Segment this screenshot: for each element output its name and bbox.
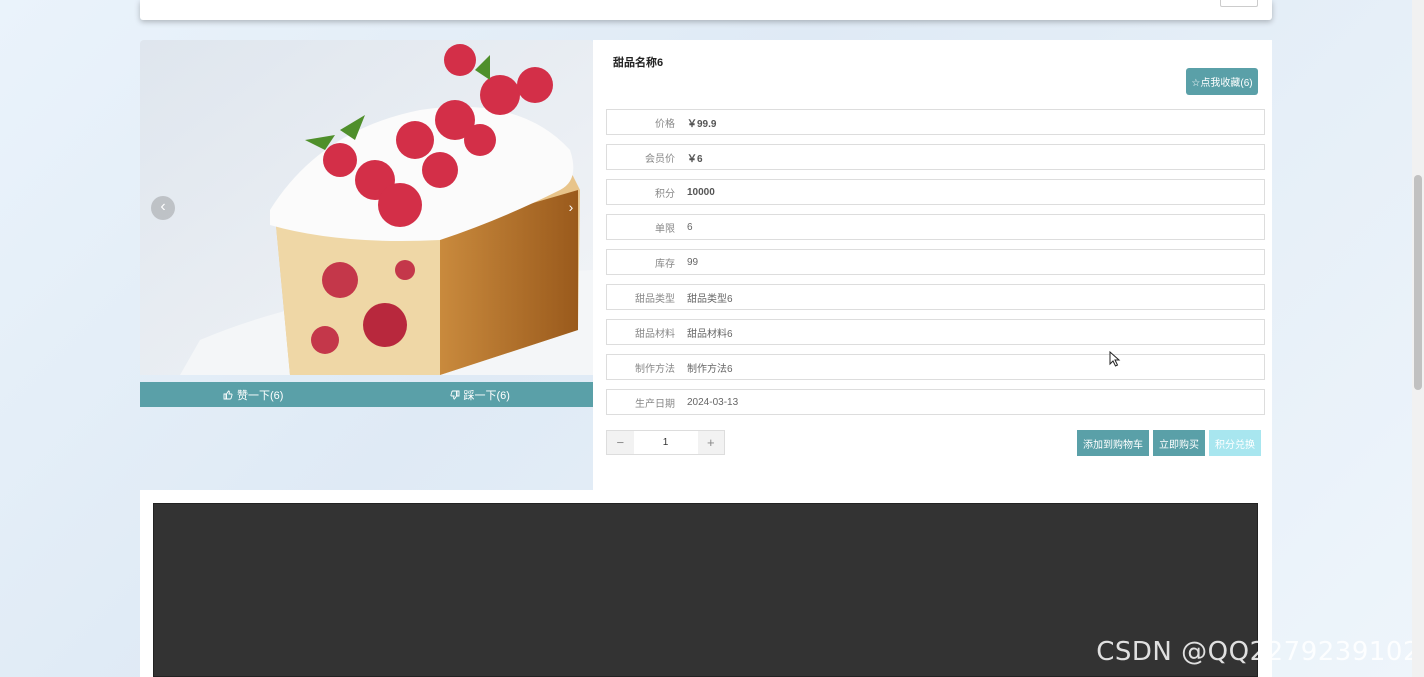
points-exchange-button[interactable]: 积分兑换 xyxy=(1209,430,1261,456)
product-image-carousel[interactable]: ‹ › xyxy=(140,40,593,375)
dislike-label: 踩一下(6) xyxy=(463,389,510,402)
carousel-prev-button[interactable]: ‹ xyxy=(151,196,175,220)
field-value: ￥99.9 xyxy=(687,118,717,130)
field-label: 甜品材料 xyxy=(635,328,675,340)
increase-button[interactable]: + xyxy=(697,431,724,454)
watermark: CSDN @QQ2279239102 xyxy=(1096,637,1420,667)
field-label: 生产日期 xyxy=(635,398,675,410)
field-row-material: 甜品材料 甜品材料6 xyxy=(606,319,1265,345)
vote-bar: 赞一下(6) 踩一下(6) xyxy=(140,382,593,407)
favorite-button[interactable]: ☆点我收藏(6) xyxy=(1186,68,1258,95)
chevron-left-icon: ‹ xyxy=(160,198,166,215)
field-label: 价格 xyxy=(655,118,675,130)
field-value: 6 xyxy=(687,221,693,233)
quantity-input[interactable] xyxy=(633,431,698,454)
field-row-stock: 库存 99 xyxy=(606,249,1265,275)
field-row-method: 制作方法 制作方法6 xyxy=(606,354,1265,380)
field-row-price: 价格 ￥99.9 xyxy=(606,109,1265,135)
video-player[interactable] xyxy=(153,503,1258,677)
purchase-actions: 添加到购物车 立即购买 积分兑换 xyxy=(1077,430,1261,456)
thumbs-up-icon xyxy=(223,390,233,399)
thumbs-down-icon xyxy=(449,390,459,399)
page-scrollbar[interactable] xyxy=(1412,0,1424,677)
field-value: 甜品材料6 xyxy=(687,328,733,340)
field-value: 制作方法6 xyxy=(687,363,733,375)
buy-now-button[interactable]: 立即购买 xyxy=(1153,430,1205,456)
carousel-next-button[interactable]: › xyxy=(559,196,583,220)
field-label: 甜品类型 xyxy=(635,293,675,305)
field-row-type: 甜品类型 甜品类型6 xyxy=(606,284,1265,310)
add-to-cart-button[interactable]: 添加到购物车 xyxy=(1077,430,1149,456)
field-label: 单限 xyxy=(655,223,675,235)
field-value: ￥6 xyxy=(687,153,703,165)
field-value: 10000 xyxy=(687,186,715,198)
scrollbar-thumb[interactable] xyxy=(1414,175,1422,390)
field-row-points: 积分 10000 xyxy=(606,179,1265,205)
field-row-member-price: 会员价 ￥6 xyxy=(606,144,1265,170)
mouse-cursor-icon xyxy=(1109,351,1121,367)
like-button[interactable]: 赞一下(6) xyxy=(140,382,367,407)
field-value: 2024-03-13 xyxy=(687,396,739,408)
quantity-stepper: − + xyxy=(606,430,725,455)
product-fields: 价格 ￥99.9 会员价 ￥6 积分 10000 单限 6 库存 99 甜品类型… xyxy=(606,109,1265,424)
field-row-production-date: 生产日期 2024-03-13 xyxy=(606,389,1265,415)
product-info-panel: 甜品名称6 ☆点我收藏(6) 价格 ￥99.9 会员价 ￥6 积分 10000 … xyxy=(593,40,1272,490)
like-label: 赞一下(6) xyxy=(237,389,284,402)
field-label: 制作方法 xyxy=(635,363,675,375)
decrease-button[interactable]: − xyxy=(607,431,634,454)
field-value: 甜品类型6 xyxy=(687,293,733,305)
cake-image xyxy=(140,40,593,375)
field-value: 99 xyxy=(687,256,699,268)
field-label: 积分 xyxy=(655,188,675,200)
top-header-bar xyxy=(140,0,1272,20)
field-label: 会员价 xyxy=(645,153,675,165)
chevron-right-icon: › xyxy=(568,199,574,215)
header-button[interactable] xyxy=(1220,0,1258,7)
product-title: 甜品名称6 xyxy=(613,57,664,69)
field-label: 库存 xyxy=(655,258,675,270)
field-row-limit: 单限 6 xyxy=(606,214,1265,240)
dislike-button[interactable]: 踩一下(6) xyxy=(367,382,594,407)
